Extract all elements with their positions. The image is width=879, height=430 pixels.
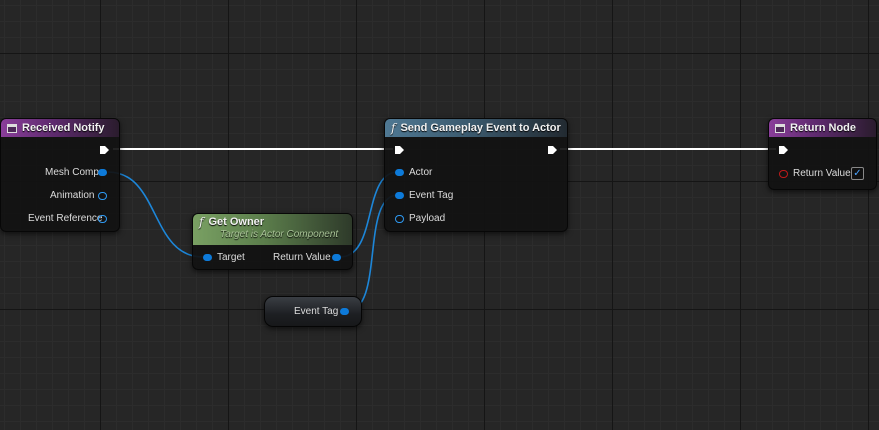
return-node-title: Return Node bbox=[790, 122, 856, 134]
function-f-icon: f bbox=[199, 215, 204, 229]
send-gameplay-event-header[interactable]: f Send Gameplay Event to Actor bbox=[385, 119, 567, 137]
return-value-checkbox[interactable]: ✓ bbox=[851, 167, 864, 180]
get-owner-subtitle: Target is Actor Component bbox=[220, 229, 339, 240]
animation-pin[interactable] bbox=[98, 192, 107, 200]
event-tag-pin[interactable] bbox=[395, 192, 404, 199]
exec-out-pin-icon[interactable] bbox=[99, 145, 110, 155]
received-notify-title: Received Notify bbox=[22, 122, 105, 134]
event-tag-variable-label: Event Tag bbox=[294, 306, 339, 317]
pin-label-return-value: Return Value bbox=[793, 168, 851, 179]
payload-pin[interactable] bbox=[395, 215, 404, 223]
return-node[interactable]: Return Node Return Value ✓ bbox=[768, 118, 877, 190]
return-node-header[interactable]: Return Node bbox=[769, 119, 876, 137]
pin-label-payload: Payload bbox=[409, 213, 446, 224]
received-notify-node[interactable]: Received Notify Mesh Comp Animation Even… bbox=[0, 118, 120, 232]
send-gameplay-event-node[interactable]: f Send Gameplay Event to Actor Actor Eve… bbox=[384, 118, 568, 232]
return-value-pin[interactable] bbox=[332, 254, 341, 261]
event-tag-variable-pin[interactable] bbox=[340, 308, 349, 315]
event-node-icon bbox=[7, 123, 17, 133]
pin-label-animation: Animation bbox=[50, 190, 95, 201]
mesh-comp-pin[interactable] bbox=[98, 169, 107, 176]
event-node-icon bbox=[775, 123, 785, 133]
received-notify-header[interactable]: Received Notify bbox=[1, 119, 119, 137]
exec-out-pin-icon[interactable] bbox=[547, 145, 558, 155]
exec-in-pin-icon[interactable] bbox=[394, 145, 405, 155]
get-owner-node[interactable]: f Get Owner Target is Actor Component Ta… bbox=[192, 213, 353, 270]
event-tag-variable-node[interactable]: Event Tag bbox=[264, 296, 362, 327]
wire-meshcomp-to-target[interactable] bbox=[107, 171, 204, 258]
checkmark-icon: ✓ bbox=[853, 168, 862, 179]
pin-label-mesh-comp: Mesh Comp bbox=[45, 167, 99, 178]
event-reference-pin[interactable] bbox=[98, 215, 107, 223]
send-gameplay-event-title: Send Gameplay Event to Actor bbox=[400, 122, 561, 134]
pin-label-actor: Actor bbox=[409, 167, 433, 178]
pin-label-event-tag: Event Tag bbox=[409, 190, 454, 201]
pin-label-target: Target bbox=[217, 252, 245, 263]
return-value-bool-pin[interactable] bbox=[779, 170, 788, 178]
get-owner-header[interactable]: f Get Owner Target is Actor Component bbox=[193, 214, 352, 245]
get-owner-title: Get Owner bbox=[208, 216, 265, 228]
pin-label-event-reference: Event Reference bbox=[28, 213, 103, 224]
actor-pin[interactable] bbox=[395, 169, 404, 176]
function-f-icon: f bbox=[391, 121, 396, 135]
exec-in-pin-icon[interactable] bbox=[778, 145, 789, 155]
pin-label-return-value: Return Value bbox=[273, 252, 331, 263]
target-pin[interactable] bbox=[203, 254, 212, 261]
